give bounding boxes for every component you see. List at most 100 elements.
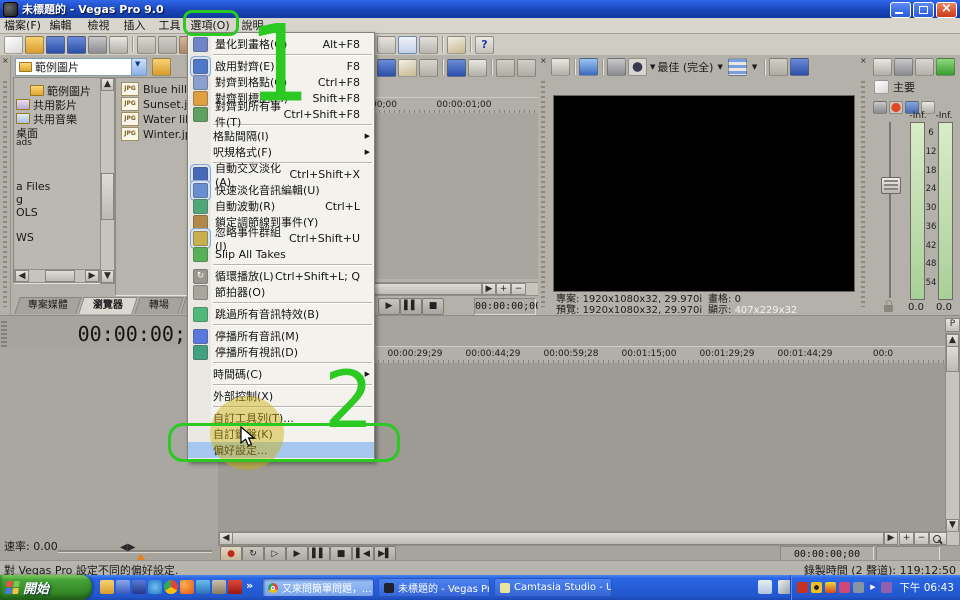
quicklaunch-folder-icon[interactable]	[100, 580, 114, 594]
tray-icon-1[interactable]	[797, 582, 808, 593]
copy-snapshot-icon[interactable]	[769, 58, 788, 76]
trimmer-play-button[interactable]: ▶	[378, 298, 400, 315]
new-project-icon[interactable]	[4, 36, 23, 54]
tray-icon-5[interactable]	[853, 582, 864, 593]
bus-gear-icon[interactable]	[889, 101, 903, 114]
combo-dropdown-icon[interactable]	[131, 59, 146, 75]
start-button[interactable]: 開始	[0, 575, 92, 600]
edit-tool-icon[interactable]	[377, 36, 396, 54]
trimmer-remove-icon[interactable]	[419, 59, 438, 77]
tree-item[interactable]: g	[16, 193, 23, 206]
scroll-right-icon[interactable]: ▶	[482, 283, 496, 295]
render-as-icon[interactable]	[67, 36, 86, 54]
scroll-right-icon[interactable]: ▶	[884, 532, 898, 545]
trimmer-stop-button[interactable]: ■	[422, 298, 444, 315]
downmix-output-icon[interactable]	[894, 58, 913, 76]
scroll-thumb[interactable]	[45, 270, 75, 282]
up-folder-icon[interactable]	[152, 58, 171, 76]
menu-item-metronome[interactable]: 節拍器(O)	[188, 284, 374, 300]
overlay-grid-icon[interactable]	[607, 58, 626, 76]
menu-insert[interactable]: 插入(I)	[118, 18, 151, 33]
menu-edit[interactable]: 編輯(E)	[42, 18, 79, 33]
task-browser-window[interactable]: 又來問簡單問題，...	[262, 578, 374, 597]
tab-project-media[interactable]: 專案媒體	[14, 297, 82, 314]
insert-bus-icon[interactable]	[936, 58, 955, 76]
scroll-right-icon[interactable]: ▶	[85, 270, 99, 282]
split-screen-icon[interactable]	[728, 58, 747, 76]
menu-item-loop-playback[interactable]: ↻循環播放(L)Ctrl+Shift+L; Q	[188, 268, 374, 284]
menu-item-slip-all-takes[interactable]: Slip All Takes	[188, 246, 374, 262]
tree-item[interactable]: a Files	[16, 180, 50, 193]
task-camtasia-window[interactable]: Camtasia Studio - Unti...	[494, 578, 612, 597]
preview-quality-icon[interactable]	[628, 58, 647, 76]
quicklaunch-firefox-icon[interactable]	[180, 580, 194, 594]
menu-file[interactable]: 檔案(F)	[4, 18, 41, 33]
quicklaunch-ie-icon[interactable]	[148, 580, 162, 594]
dropdown-arrow-icon[interactable]: ▼	[650, 63, 655, 71]
restore-button[interactable]	[913, 2, 934, 18]
project-properties-icon[interactable]	[551, 58, 570, 76]
master-fader-handle[interactable]	[881, 177, 901, 194]
tray-icon-2[interactable]	[811, 582, 822, 593]
scroll-thumb[interactable]	[232, 532, 884, 545]
quicklaunch-word-icon[interactable]	[132, 580, 146, 594]
open-icon[interactable]	[25, 36, 44, 54]
scroll-left-icon[interactable]: ◀	[219, 532, 233, 545]
save-icon[interactable]	[46, 36, 65, 54]
quicklaunch-camera-icon[interactable]	[212, 580, 226, 594]
speaker-config-icon[interactable]	[873, 101, 887, 114]
scroll-left-icon[interactable]: ◀	[15, 270, 29, 282]
zoom-tool-icon[interactable]	[419, 36, 438, 54]
quicklaunch-media-icon[interactable]	[196, 580, 210, 594]
tray-media-player-icon[interactable]: ▶	[867, 582, 878, 593]
tab-transitions[interactable]: 轉場	[134, 297, 184, 314]
trimmer-frame-out-icon[interactable]	[517, 59, 536, 77]
scroll-up-icon[interactable]: ▲	[101, 78, 114, 91]
tray-icon-4[interactable]	[839, 582, 850, 593]
envelope-tool-icon[interactable]	[398, 36, 417, 54]
tree-vscrollbar[interactable]: ▲ ▼	[100, 77, 115, 284]
dropdown-arrow-icon[interactable]: ▼	[752, 63, 757, 71]
close-button[interactable]	[936, 2, 957, 18]
preview-quality-label[interactable]: 最佳 (完全)	[657, 59, 713, 75]
zoom-in-icon[interactable]: +	[496, 283, 511, 295]
brush-tool-icon[interactable]	[447, 36, 466, 54]
menu-item-auto-crossfades[interactable]: 自動交叉淡化(A)Ctrl+Shift+X	[188, 166, 374, 182]
minimize-button[interactable]	[890, 2, 911, 18]
scroll-down-icon[interactable]: ▼	[101, 270, 114, 283]
copy-icon[interactable]	[158, 36, 177, 54]
dropdown-arrow-icon[interactable]: ▼	[717, 63, 722, 71]
whats-this-help-icon[interactable]: ?	[475, 36, 494, 54]
cursor-position-timecode[interactable]: 00:00:00;	[8, 322, 186, 347]
menu-item-ignore-event-grouping[interactable]: 忽略事件群組(I)Ctrl+Shift+U	[188, 230, 374, 246]
quicklaunch-vb-icon[interactable]	[228, 580, 242, 594]
pan-overview-button[interactable]: P	[945, 318, 960, 332]
zoom-out-icon[interactable]: −	[914, 532, 929, 545]
tree-item[interactable]: OLS	[16, 206, 38, 219]
trimmer-timecode[interactable]: 00:00:00;00	[474, 298, 536, 315]
trimmer-properties-icon[interactable]	[377, 59, 396, 77]
trimmer-save-icon[interactable]	[447, 59, 466, 77]
explorer-dock-grip[interactable]	[0, 55, 11, 315]
timeline-vscrollbar[interactable]: ▲ ▼	[945, 333, 960, 533]
external-monitor-icon[interactable]	[579, 58, 598, 76]
scroll-thumb[interactable]	[101, 173, 114, 220]
mixer-properties-icon[interactable]	[873, 58, 892, 76]
menu-item-quickfade-audio[interactable]: 快速淡化音訊編輯(U)	[188, 182, 374, 198]
tab-explorer[interactable]: 瀏覽器	[78, 297, 138, 314]
language-keyboard-icon[interactable]	[758, 580, 772, 594]
tree-item[interactable]: WS	[16, 231, 34, 244]
trimmer-script-icon[interactable]	[468, 59, 487, 77]
menu-view[interactable]: 檢視(V)	[80, 18, 117, 33]
menu-item-auto-ripple[interactable]: 自動波動(R)Ctrl+L	[188, 198, 374, 214]
properties-icon[interactable]	[88, 36, 107, 54]
master-window-icon[interactable]	[874, 80, 889, 94]
quicklaunch-overflow-icon[interactable]: »	[246, 579, 253, 592]
scroll-thumb[interactable]	[946, 346, 959, 372]
zoom-in-icon[interactable]: +	[899, 532, 914, 545]
task-vegas-window[interactable]: 未標題的 - Vegas Pro...	[378, 578, 490, 597]
tray-icon-7[interactable]	[881, 582, 892, 593]
quicklaunch-document-icon[interactable]	[116, 580, 130, 594]
save-snapshot-icon[interactable]	[790, 58, 809, 76]
trimmer-add-media-icon[interactable]	[398, 59, 417, 77]
